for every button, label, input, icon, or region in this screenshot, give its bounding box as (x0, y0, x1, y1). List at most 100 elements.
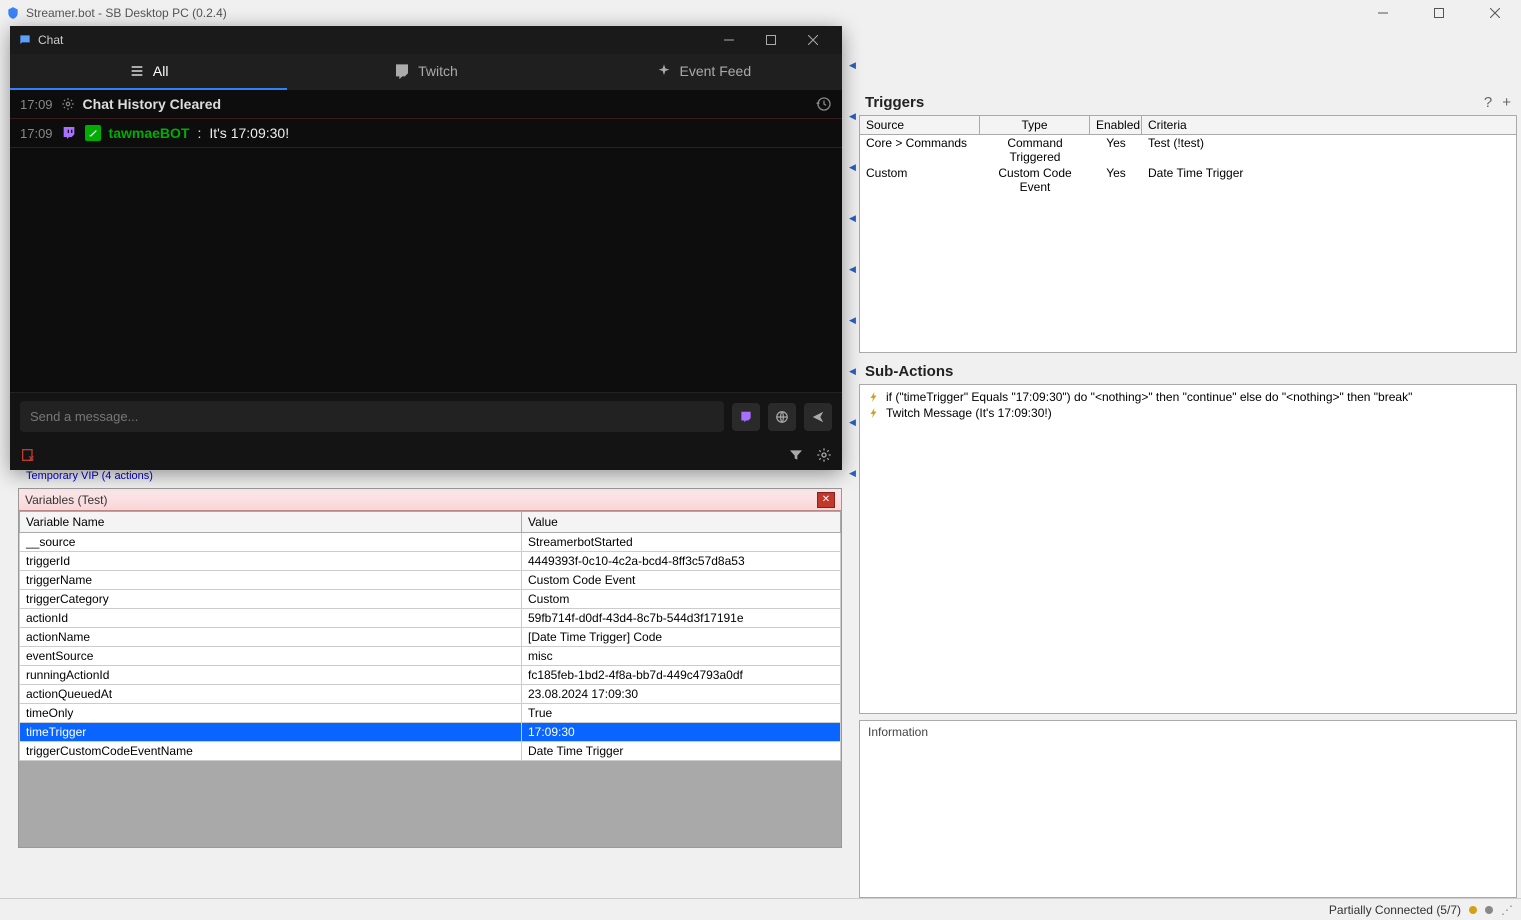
variables-header[interactable]: Variables (Test) ✕ (19, 489, 841, 511)
connection-status: Partially Connected (5/7) (1329, 903, 1461, 917)
splitter-carets[interactable]: ◀◀◀◀◀◀◀◀◀ (849, 60, 856, 479)
triggers-help-button[interactable]: ? (1484, 94, 1492, 111)
variable-name-cell: __source (20, 533, 522, 552)
table-row[interactable]: timeOnlyTrue (20, 704, 841, 723)
tab-twitch[interactable]: Twitch (287, 54, 564, 90)
send-icon (811, 410, 825, 424)
table-row[interactable]: __sourceStreamerbotStarted (20, 533, 841, 552)
variable-name-cell: timeOnly (20, 704, 522, 723)
triggers-title: Triggers (865, 94, 924, 111)
trigger-row[interactable]: Custom Custom Code Event Yes Date Time T… (860, 165, 1516, 195)
list-icon (129, 63, 145, 79)
chat-maximize-button[interactable] (750, 27, 792, 53)
variable-value-cell: [Date Time Trigger] Code (522, 628, 841, 647)
variable-value-cell: StreamerbotStarted (522, 533, 841, 552)
table-row[interactable]: triggerCustomCodeEventNameDate Time Trig… (20, 742, 841, 761)
variables-title: Variables (Test) (25, 493, 107, 507)
chat-globe-button[interactable] (768, 403, 796, 431)
chat-body[interactable]: 17:09 Chat History Cleared 17:09 tawmaeB… (10, 90, 842, 392)
chat-settings-button[interactable] (816, 447, 832, 463)
variable-value-cell: 59fb714f-d0df-43d4-8c7b-544d3f17191e (522, 609, 841, 628)
variables-col-value[interactable]: Value (522, 512, 841, 533)
gear-icon (816, 447, 832, 463)
table-row[interactable]: actionId59fb714f-d0df-43d4-8c7b-544d3f17… (20, 609, 841, 628)
chat-input-row (10, 392, 842, 440)
main-minimize-button[interactable] (1363, 3, 1403, 23)
main-maximize-button[interactable] (1419, 3, 1459, 23)
information-panel: Information (859, 720, 1517, 898)
triggers-add-button[interactable]: + (1502, 94, 1511, 111)
chat-bottom-bar (10, 440, 842, 470)
chat-time: 17:09 (20, 97, 53, 112)
clear-icon (20, 447, 36, 463)
chat-filter-button[interactable] (788, 447, 804, 463)
main-titlebar: Streamer.bot - SB Desktop PC (0.2.4) (0, 0, 1521, 26)
resize-grip-icon[interactable]: ⋰ (1501, 903, 1513, 917)
sparkle-icon (656, 63, 672, 79)
bolt-icon (868, 407, 880, 419)
variable-value-cell: fc185feb-1bd2-4f8a-bb7d-449c4793a0df (522, 666, 841, 685)
variable-name-cell: eventSource (20, 647, 522, 666)
variable-name-cell: triggerCategory (20, 590, 522, 609)
table-row[interactable]: actionQueuedAt23.08.2024 17:09:30 (20, 685, 841, 704)
variable-name-cell: runningActionId (20, 666, 522, 685)
twitch-icon (739, 410, 753, 424)
variable-value-cell: True (522, 704, 841, 723)
variable-name-cell: triggerName (20, 571, 522, 590)
variables-panel: Variables (Test) ✕ Variable Name Value _… (18, 488, 842, 848)
col-source[interactable]: Source (860, 116, 980, 134)
table-row[interactable]: actionName[Date Time Trigger] Code (20, 628, 841, 647)
history-icon[interactable] (816, 96, 832, 112)
trigger-type: Custom Code Event (980, 165, 1090, 195)
bolt-icon (868, 391, 880, 403)
variable-name-cell: triggerCustomCodeEventName (20, 742, 522, 761)
chat-clear-button[interactable] (20, 447, 36, 463)
chat-close-button[interactable] (792, 27, 834, 53)
tab-event-feed[interactable]: Event Feed (565, 54, 842, 90)
trigger-criteria: Date Time Trigger (1142, 165, 1516, 195)
trigger-source: Core > Commands (860, 135, 980, 165)
filter-icon (788, 447, 804, 463)
twitch-icon (61, 125, 77, 141)
variables-col-name[interactable]: Variable Name (20, 512, 522, 533)
table-row[interactable]: runningActionIdfc185feb-1bd2-4f8a-bb7d-4… (20, 666, 841, 685)
chat-titlebar[interactable]: Chat (10, 26, 842, 54)
subactions-panel[interactable]: if ("timeTrigger" Equals "17:09:30") do … (859, 384, 1517, 714)
variable-name-cell: actionQueuedAt (20, 685, 522, 704)
chat-send-button[interactable] (804, 403, 832, 431)
table-row[interactable]: triggerNameCustom Code Event (20, 571, 841, 590)
variables-close-button[interactable]: ✕ (817, 492, 835, 508)
trigger-enabled: Yes (1090, 135, 1142, 165)
twitch-icon (394, 63, 410, 79)
subaction-item[interactable]: if ("timeTrigger" Equals "17:09:30") do … (860, 389, 1516, 405)
triggers-panel[interactable]: Source Type Enabled Criteria Core > Comm… (859, 115, 1517, 353)
variables-table[interactable]: Variable Name Value __sourceStreamerbotS… (19, 511, 841, 761)
chat-username[interactable]: tawmaeBOT (109, 125, 190, 141)
information-title: Information (868, 725, 928, 739)
tab-twitch-label: Twitch (418, 63, 458, 79)
chat-time: 17:09 (20, 126, 53, 141)
chat-separator: : (197, 125, 201, 141)
chat-title: Chat (38, 33, 63, 47)
col-criteria[interactable]: Criteria (1142, 116, 1516, 134)
col-enabled[interactable]: Enabled (1090, 116, 1142, 134)
main-title: Streamer.bot - SB Desktop PC (0.2.4) (26, 6, 227, 20)
main-close-button[interactable] (1475, 3, 1515, 23)
tab-all[interactable]: All (10, 54, 287, 90)
variable-value-cell: Custom (522, 590, 841, 609)
chat-minimize-button[interactable] (708, 27, 750, 53)
tab-all-label: All (153, 63, 169, 79)
trigger-row[interactable]: Core > Commands Command Triggered Yes Te… (860, 135, 1516, 165)
table-row[interactable]: triggerCategoryCustom (20, 590, 841, 609)
subaction-text: Twitch Message (It's 17:09:30!) (886, 406, 1052, 420)
action-list-item-peek[interactable]: Temporary VIP (4 actions) (26, 470, 153, 482)
table-row[interactable]: eventSourcemisc (20, 647, 841, 666)
table-row[interactable]: timeTrigger17:09:30 (20, 723, 841, 742)
chat-input[interactable] (20, 401, 724, 432)
col-type[interactable]: Type (980, 116, 1090, 134)
table-row[interactable]: triggerId4449393f-0c10-4c2a-bcd4-8ff3c57… (20, 552, 841, 571)
chat-platform-button[interactable] (732, 403, 760, 431)
chat-tabs: All Twitch Event Feed (10, 54, 842, 90)
chat-system-text: Chat History Cleared (83, 96, 221, 112)
subaction-item[interactable]: Twitch Message (It's 17:09:30!) (860, 405, 1516, 421)
